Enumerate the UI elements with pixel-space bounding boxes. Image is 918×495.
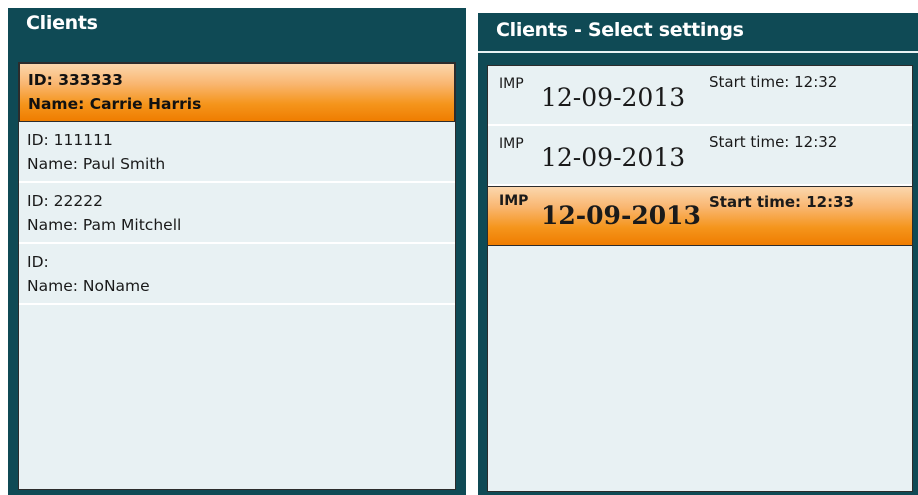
client-row[interactable]: ID: 333333 Name: Carrie Harris xyxy=(19,63,455,122)
client-id: ID: 333333 xyxy=(28,71,123,89)
clients-panel-title: Clients xyxy=(26,12,98,34)
client-name: Name: NoName xyxy=(27,277,150,295)
session-date: 12-09-2013 xyxy=(541,83,686,112)
clients-list[interactable]: ID: 333333 Name: Carrie Harris ID: 11111… xyxy=(18,62,456,490)
client-id: ID: xyxy=(27,253,49,271)
client-name: Name: Carrie Harris xyxy=(28,95,202,113)
client-id: ID: 22222 xyxy=(27,192,103,210)
client-name: Name: Paul Smith xyxy=(27,155,166,173)
session-row[interactable]: IMP 12-09-2013 Start time: 12:32 xyxy=(488,126,912,186)
session-start-time: Start time: 12:32 xyxy=(709,133,838,151)
session-row[interactable]: IMP 12-09-2013 Start time: 12:33 xyxy=(488,186,912,246)
session-type: IMP xyxy=(499,136,524,152)
sessions-panel-title: Clients - Select settings xyxy=(478,13,918,53)
session-start-time: Start time: 12:33 xyxy=(709,193,854,211)
client-row[interactable]: ID: 22222 Name: Pam Mitchell xyxy=(19,183,455,244)
client-row[interactable]: ID: Name: NoName xyxy=(19,244,455,305)
session-date: 12-09-2013 xyxy=(541,143,686,172)
session-row[interactable]: IMP 12-09-2013 Start time: 12:32 xyxy=(488,66,912,126)
session-type: IMP xyxy=(499,76,524,92)
client-name: Name: Pam Mitchell xyxy=(27,216,182,234)
sessions-panel: Clients - Select settings IMP 12-09-2013… xyxy=(478,13,918,495)
client-id: ID: 111111 xyxy=(27,131,113,149)
session-type: IMP xyxy=(499,193,529,209)
sessions-list[interactable]: IMP 12-09-2013 Start time: 12:32 IMP 12-… xyxy=(487,65,913,492)
client-row[interactable]: ID: 111111 Name: Paul Smith xyxy=(19,122,455,183)
session-start-time: Start time: 12:32 xyxy=(709,73,838,91)
session-date: 12-09-2013 xyxy=(541,201,701,230)
clients-panel: Clients ID: 333333 Name: Carrie Harris I… xyxy=(8,8,466,495)
